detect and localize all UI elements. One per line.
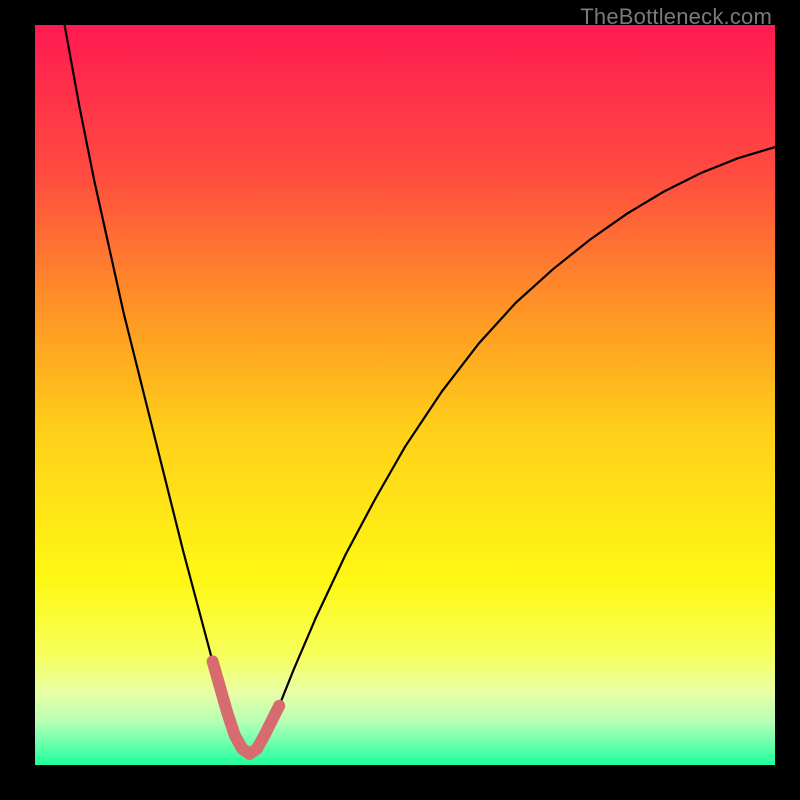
watermark-label: TheBottleneck.com xyxy=(580,4,772,30)
chart-curves xyxy=(35,25,775,765)
bottleneck-curve xyxy=(65,25,775,754)
plot-area xyxy=(35,25,775,765)
chart-frame: TheBottleneck.com xyxy=(0,0,800,800)
valley-highlight xyxy=(213,661,280,754)
